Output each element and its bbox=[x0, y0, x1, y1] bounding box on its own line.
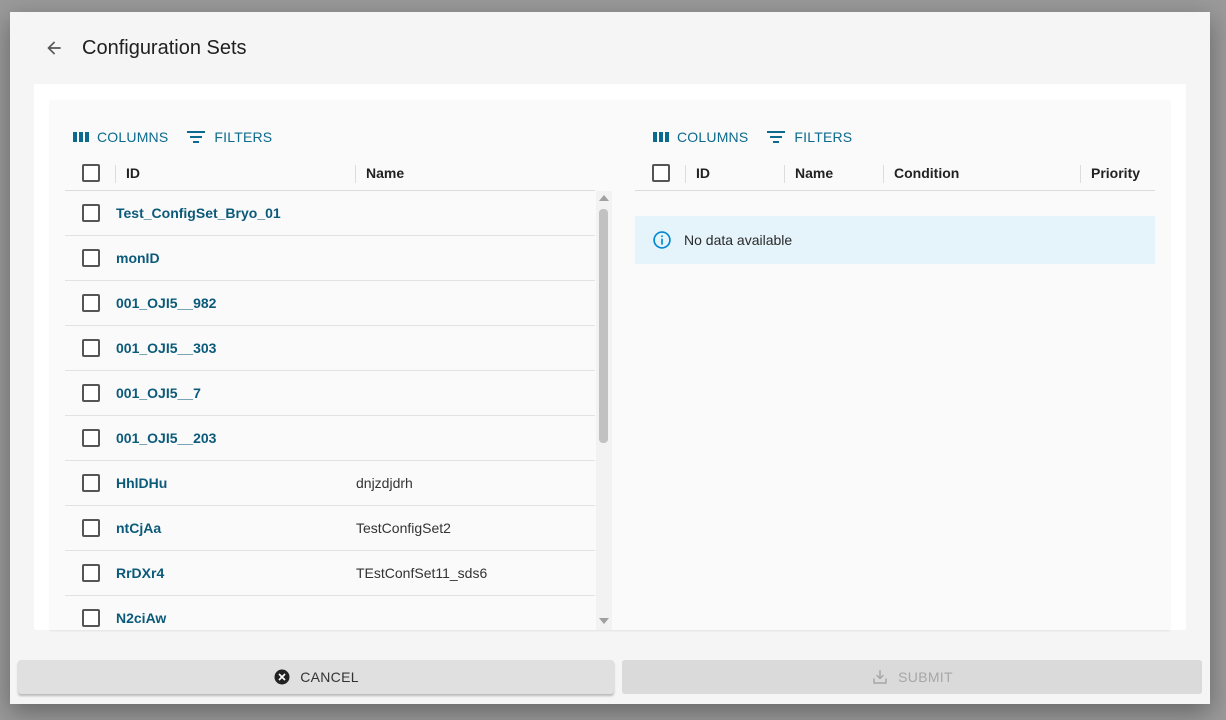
no-data-alert: No data available bbox=[635, 216, 1155, 264]
view-column-icon bbox=[653, 132, 669, 142]
row-id-cell[interactable]: N2ciAw bbox=[116, 610, 356, 626]
submit-button[interactable]: SUBMIT bbox=[622, 660, 1202, 694]
row-select-cell bbox=[65, 384, 116, 402]
row-select-cell bbox=[65, 519, 116, 537]
table-row[interactable]: RrDXr4 TEstConfSet11_sds6 bbox=[65, 551, 595, 596]
dialog-title: Configuration Sets bbox=[82, 36, 247, 59]
table-row[interactable]: HhlDHu dnjzdjdrh bbox=[65, 461, 595, 506]
filters-button[interactable]: FILTERS bbox=[186, 129, 272, 145]
submit-label: SUBMIT bbox=[898, 669, 953, 685]
row-checkbox[interactable] bbox=[82, 249, 100, 267]
row-id-cell[interactable]: 001_OJI5__203 bbox=[116, 430, 356, 446]
cancel-circle-icon bbox=[274, 669, 290, 685]
grid-toolbar: COLUMNS FILTERS bbox=[653, 126, 852, 148]
table-row[interactable]: 001_OJI5__7 bbox=[65, 371, 595, 416]
info-outline-icon bbox=[652, 230, 672, 250]
row-name-cell: TEstConfSet11_sds6 bbox=[356, 565, 488, 581]
columns-button[interactable]: COLUMNS bbox=[73, 129, 168, 145]
row-select-cell bbox=[65, 339, 116, 357]
column-header-name[interactable]: Name bbox=[785, 156, 884, 190]
table-row[interactable]: monID bbox=[65, 236, 595, 281]
arrow-left-icon bbox=[47, 41, 61, 55]
column-header-name[interactable]: Name bbox=[356, 156, 404, 190]
columns-label: COLUMNS bbox=[97, 129, 169, 145]
row-select-cell bbox=[65, 609, 116, 627]
row-checkbox[interactable] bbox=[82, 429, 100, 447]
row-select-cell bbox=[65, 429, 116, 447]
table-row[interactable]: 001_OJI5__982 bbox=[65, 281, 595, 326]
row-name-cell: dnjzdjdrh bbox=[356, 475, 413, 491]
row-checkbox[interactable] bbox=[82, 384, 100, 402]
scroll-down-icon[interactable] bbox=[599, 618, 609, 624]
cancel-label: CANCEL bbox=[300, 669, 359, 685]
table-row[interactable]: 001_OJI5__203 bbox=[65, 416, 595, 461]
filters-label: FILTERS bbox=[214, 129, 273, 145]
select-all-checkbox[interactable] bbox=[652, 164, 670, 182]
grid-header-row: ID Name Condition Priority bbox=[635, 156, 1155, 191]
back-button[interactable] bbox=[40, 34, 68, 62]
config-sets-grid: COLUMNS FILTERS ID Name Test_ConfigSet_B… bbox=[65, 100, 612, 630]
scroll-thumb[interactable] bbox=[599, 209, 608, 443]
grid-header-row: ID Name bbox=[65, 156, 595, 191]
row-checkbox[interactable] bbox=[82, 609, 100, 627]
select-all-checkbox[interactable] bbox=[82, 164, 100, 182]
scroll-up-icon[interactable] bbox=[599, 195, 609, 201]
row-checkbox[interactable] bbox=[82, 474, 100, 492]
column-header-condition[interactable]: Condition bbox=[884, 156, 1081, 190]
columns-label: COLUMNS bbox=[677, 129, 749, 145]
row-select-cell bbox=[65, 294, 116, 312]
grid-rows: Test_ConfigSet_Bryo_01 monID 001_OJI5__982… bbox=[65, 191, 595, 630]
filter-list-icon bbox=[187, 131, 206, 143]
row-name-cell: TestConfigSet2 bbox=[356, 520, 451, 536]
grids-container: COLUMNS FILTERS ID Name Test_ConfigSet_B… bbox=[50, 100, 1170, 630]
selected-sets-grid: COLUMNS FILTERS ID Name Condition Priori… bbox=[610, 100, 1155, 630]
row-select-cell bbox=[65, 204, 116, 222]
filters-button[interactable]: FILTERS bbox=[766, 129, 852, 145]
download-icon bbox=[873, 670, 887, 684]
filters-label: FILTERS bbox=[794, 129, 853, 145]
row-checkbox[interactable] bbox=[82, 204, 100, 222]
content-card: COLUMNS FILTERS ID Name Test_ConfigSet_B… bbox=[34, 84, 1186, 630]
cancel-button[interactable]: CANCEL bbox=[18, 660, 614, 694]
row-id-cell[interactable]: ntCjAa bbox=[116, 520, 356, 536]
dialog-actions: CANCEL SUBMIT bbox=[18, 660, 1202, 696]
table-row[interactable]: N2ciAw bbox=[65, 596, 595, 630]
table-row[interactable]: Test_ConfigSet_Bryo_01 bbox=[65, 191, 595, 236]
row-id-cell[interactable]: 001_OJI5__303 bbox=[116, 340, 356, 356]
columns-button[interactable]: COLUMNS bbox=[653, 129, 748, 145]
no-data-message: No data available bbox=[684, 232, 793, 248]
dialog-header: Configuration Sets bbox=[10, 12, 1210, 84]
row-select-cell bbox=[65, 564, 116, 582]
row-checkbox[interactable] bbox=[82, 339, 100, 357]
row-checkbox[interactable] bbox=[82, 294, 100, 312]
configuration-sets-dialog: Configuration Sets COLUMNS FILTERS ID Na… bbox=[10, 12, 1210, 704]
view-column-icon bbox=[73, 132, 89, 142]
row-select-cell bbox=[65, 249, 116, 267]
row-id-cell[interactable]: RrDXr4 bbox=[116, 565, 356, 581]
row-select-cell bbox=[65, 474, 116, 492]
row-id-cell[interactable]: 001_OJI5__7 bbox=[116, 385, 356, 401]
column-header-priority[interactable]: Priority bbox=[1081, 156, 1140, 190]
grid-toolbar: COLUMNS FILTERS bbox=[73, 126, 272, 148]
table-row[interactable]: 001_OJI5__303 bbox=[65, 326, 595, 371]
column-header-id[interactable]: ID bbox=[686, 156, 785, 190]
row-id-cell[interactable]: HhlDHu bbox=[116, 475, 356, 491]
row-id-cell[interactable]: monID bbox=[116, 250, 356, 266]
row-id-cell[interactable]: 001_OJI5__982 bbox=[116, 295, 356, 311]
row-checkbox[interactable] bbox=[82, 564, 100, 582]
filter-list-icon bbox=[767, 131, 786, 143]
select-all-cell bbox=[635, 156, 686, 190]
row-id-cell[interactable]: Test_ConfigSet_Bryo_01 bbox=[116, 205, 356, 221]
column-header-id[interactable]: ID bbox=[116, 156, 356, 190]
row-checkbox[interactable] bbox=[82, 519, 100, 537]
select-all-cell bbox=[65, 156, 116, 190]
table-row[interactable]: ntCjAa TestConfigSet2 bbox=[65, 506, 595, 551]
